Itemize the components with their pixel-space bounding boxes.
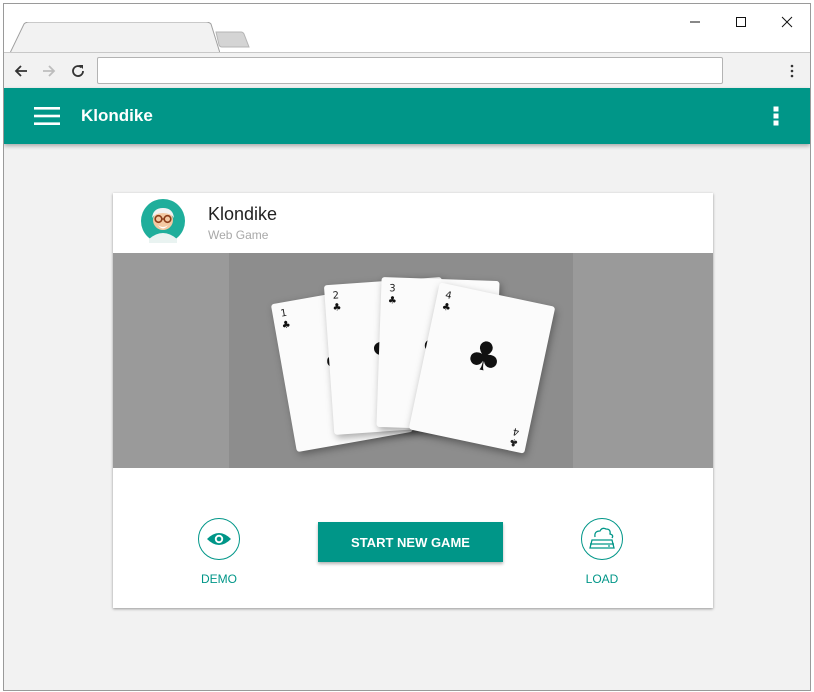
demo-icon-circle <box>198 518 240 560</box>
card-rank: 2 <box>332 290 340 302</box>
close-icon <box>781 16 793 28</box>
club-icon: ♣ <box>508 435 520 449</box>
browser-toolbar <box>4 52 810 88</box>
media-image: 1 ♣ ♣ 2 ♣ ♣ 3 ♣ ♣ 4 ♣ ♣ ♣4 <box>229 253 573 468</box>
app-bar: Klondike <box>4 88 810 144</box>
card-subtitle: Web Game <box>208 228 269 242</box>
card-rank: 3 <box>389 283 396 295</box>
club-icon: ♣ <box>387 295 397 307</box>
club-icon: ♣ <box>440 301 452 315</box>
demo-button[interactable]: DEMO <box>193 518 245 588</box>
close-button[interactable] <box>764 8 810 36</box>
load-label: LOAD <box>585 572 619 586</box>
maximize-button[interactable] <box>718 8 764 36</box>
avatar <box>141 199 185 243</box>
hamburger-menu-icon[interactable] <box>34 106 60 126</box>
club-icon: ♣ <box>461 331 507 384</box>
load-icon-circle <box>581 518 623 560</box>
reload-icon <box>72 65 84 77</box>
browser-tab[interactable] <box>10 22 220 53</box>
title-bar <box>4 4 810 53</box>
address-bar[interactable] <box>97 57 723 84</box>
start-new-game-button[interactable]: START NEW GAME <box>318 522 503 562</box>
card-media: 1 ♣ ♣ 2 ♣ ♣ 3 ♣ ♣ 4 ♣ ♣ ♣4 <box>113 253 713 468</box>
app-title: Klondike <box>81 106 153 125</box>
reload-button[interactable] <box>66 59 90 83</box>
browser-window: Klondike Klondike Web Game 1 ♣ ♣ <box>3 3 811 691</box>
new-tab-button[interactable] <box>214 31 250 48</box>
more-vert-icon <box>790 64 794 78</box>
club-icon: ♣ <box>332 302 342 314</box>
forward-arrow-icon <box>43 65 56 77</box>
demo-label: DEMO <box>201 572 237 586</box>
card-title: Klondike <box>208 204 278 224</box>
back-arrow-icon <box>14 65 27 77</box>
minimize-button[interactable] <box>672 8 718 36</box>
card-rank: 1 <box>279 307 288 320</box>
game-card: Klondike Web Game 1 ♣ ♣ 2 ♣ ♣ 3 ♣ ♣ <box>113 193 713 608</box>
card-rank: 4 <box>511 424 521 438</box>
cloud-drive-icon <box>589 527 615 549</box>
minimize-icon <box>690 21 700 23</box>
card-rank-corner: ♣ 4 <box>508 425 521 448</box>
back-button[interactable] <box>9 59 33 83</box>
load-button[interactable]: LOAD <box>576 518 628 588</box>
app-more-button[interactable] <box>764 102 788 130</box>
card-actions: DEMO START NEW GAME LOAD <box>113 468 713 608</box>
maximize-icon <box>736 17 746 27</box>
browser-menu-button[interactable] <box>780 59 804 83</box>
forward-button[interactable] <box>37 59 61 83</box>
eye-icon <box>207 533 231 545</box>
card-rank: 4 <box>444 289 453 302</box>
more-vert-icon <box>773 106 779 126</box>
club-icon: ♣ <box>280 319 292 332</box>
